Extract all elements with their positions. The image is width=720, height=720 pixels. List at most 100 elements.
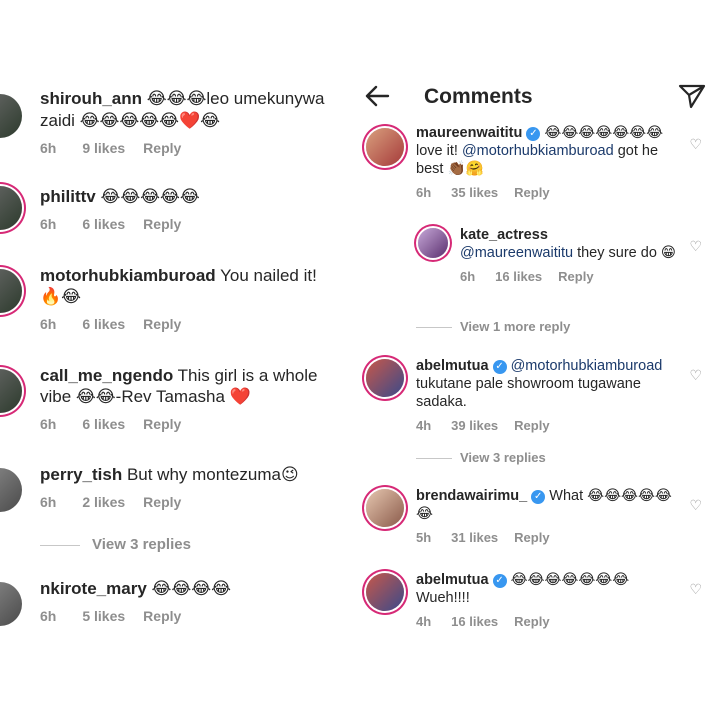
comment-text: call_me_ngendo This girl is a whole vibe… [40, 365, 340, 408]
likes-count[interactable]: 16 likes [451, 614, 498, 629]
avatar[interactable] [0, 582, 22, 626]
avatar[interactable] [0, 468, 22, 512]
timestamp: 6h [416, 185, 432, 200]
reply-button[interactable]: Reply [514, 530, 549, 545]
reply-button[interactable]: Reply [143, 494, 181, 510]
timestamp: 4h [416, 418, 432, 433]
likes-count[interactable]: 35 likes [451, 185, 498, 200]
comment-meta: 6h 6 likes Reply [40, 416, 340, 432]
username[interactable]: nkirote_mary [40, 579, 147, 598]
arrow-left-icon [365, 85, 390, 107]
emoji: 😂😂😂😂 [151, 579, 231, 599]
username[interactable]: perry_tish [40, 465, 122, 484]
reply-button[interactable]: Reply [514, 614, 549, 629]
verified-badge-icon: ✓ [492, 574, 507, 588]
avatar[interactable] [0, 369, 22, 413]
avatar[interactable] [0, 94, 22, 138]
like-heart-icon[interactable]: ♡ [689, 581, 702, 598]
username[interactable]: motorhubkiamburoad [40, 266, 216, 285]
likes-count[interactable]: 6 likes [82, 416, 125, 432]
share-button[interactable] [678, 83, 706, 109]
comment-content: -Rev Tamasha [115, 387, 230, 406]
mention-link[interactable]: @motorhubkiamburoad [511, 358, 663, 374]
page-title: Comments [424, 85, 533, 108]
comment-body: abelmutua ✓ @motorhubkiamburoad tukutane… [416, 357, 686, 433]
divider [416, 327, 452, 329]
back-button[interactable] [364, 82, 392, 110]
like-heart-icon[interactable]: ♡ [689, 497, 702, 514]
avatar[interactable] [418, 228, 448, 258]
emoji: 😂😂 [75, 387, 116, 407]
comment-body: nkirote_mary 😂😂😂😂 6h 5 likes Reply [40, 578, 340, 624]
reply-button[interactable]: Reply [143, 216, 181, 232]
comment-text: kate_actress @maureenwaititu they sure d… [460, 226, 680, 262]
verified-badge-icon: ✓ [492, 360, 507, 374]
comment-content: What [549, 488, 588, 504]
emoji: 😂😂😂 [146, 89, 207, 109]
likes-count[interactable]: 6 likes [82, 216, 125, 232]
avatar[interactable] [366, 489, 404, 527]
timestamp: 6h [40, 608, 57, 624]
username[interactable]: brendawairimu_ [416, 488, 527, 504]
avatar[interactable] [366, 573, 404, 611]
username[interactable]: philittv [40, 187, 96, 206]
comments-header: Comments [358, 80, 720, 116]
comment-meta: 4h 39 likes Reply [416, 418, 686, 433]
emoji: 🔥😂 [40, 287, 82, 307]
view-replies-button[interactable]: View 3 replies [416, 450, 546, 465]
likes-count[interactable]: 39 likes [451, 418, 498, 433]
likes-count[interactable]: 9 likes [82, 140, 125, 156]
reply-button[interactable]: Reply [514, 418, 549, 433]
comment-content: they sure do [573, 245, 661, 261]
comment-body: abelmutua ✓ 😂😂😂😂😂😂😂 Wueh!!!! 4h 16 likes R… [416, 571, 686, 629]
reply-button[interactable]: Reply [558, 269, 593, 284]
reply-button[interactable]: Reply [143, 140, 181, 156]
comment-body: shirouh_ann 😂😂😂leo umekunywa zaidi 😂😂😂😂😂… [40, 88, 340, 156]
comment-text: shirouh_ann 😂😂😂leo umekunywa zaidi 😂😂😂😂😂… [40, 88, 340, 132]
username[interactable]: shirouh_ann [40, 89, 142, 108]
avatar[interactable] [366, 359, 404, 397]
timestamp: 6h [40, 316, 57, 332]
like-heart-icon[interactable]: ♡ [689, 136, 702, 153]
comment-content: tukutane pale showroom tugawane sadaka. [416, 376, 641, 410]
mention-link[interactable]: @maureenwaititu [460, 245, 573, 261]
username[interactable]: call_me_ngendo [40, 366, 173, 385]
username[interactable]: kate_actress [460, 227, 548, 243]
comment-text: brendawairimu_ ✓ What 😂😂😂😂😂😂 [416, 487, 686, 523]
comment-text: perry_tish But why montezuma😉 [40, 464, 340, 486]
view-more-replies-button[interactable]: View 1 more reply [416, 319, 570, 334]
view-replies-label: View 3 replies [92, 536, 191, 553]
likes-count[interactable]: 6 likes [82, 316, 125, 332]
username[interactable]: abelmutua [416, 358, 489, 374]
avatar[interactable] [0, 186, 22, 230]
comment-body: perry_tish But why montezuma😉 6h 2 likes R… [40, 464, 340, 510]
likes-count[interactable]: 2 likes [82, 494, 125, 510]
reply-button[interactable]: Reply [514, 185, 549, 200]
view-replies-button[interactable]: View 3 replies [40, 536, 191, 553]
right-screenshot-panel: Comments maureenwaititu ✓ 😂😂😂😂😂😂😂 love i… [358, 0, 720, 720]
emoji: ❤️ [229, 387, 251, 407]
like-heart-icon[interactable]: ♡ [689, 367, 702, 384]
comment-body: philittv 😂😂😂😂😂 6h 6 likes Reply [40, 186, 340, 232]
comment-content: Wueh!!!! [416, 590, 470, 606]
timestamp: 6h [40, 140, 57, 156]
comment-meta: 6h 9 likes Reply [40, 140, 340, 156]
reply-button[interactable]: Reply [143, 416, 181, 432]
likes-count[interactable]: 5 likes [82, 608, 125, 624]
username[interactable]: maureenwaititu [416, 125, 522, 141]
avatar[interactable] [366, 128, 404, 166]
emoji: 😂😂😂😂😂❤️😂 [79, 111, 221, 131]
emoji: 👏🏾🤗 [447, 161, 484, 177]
timestamp: 6h [460, 269, 476, 284]
username[interactable]: abelmutua [416, 572, 489, 588]
avatar[interactable] [0, 269, 22, 313]
likes-count[interactable]: 31 likes [451, 530, 498, 545]
reply-button[interactable]: Reply [143, 608, 181, 624]
emoji: 😂😂😂😂😂😂😂 [544, 125, 664, 141]
emoji: 😉 [280, 465, 299, 485]
mention-link[interactable]: @motorhubkiamburoad [462, 143, 614, 159]
reply-button[interactable]: Reply [143, 316, 181, 332]
comment-meta: 6h 2 likes Reply [40, 494, 340, 510]
likes-count[interactable]: 16 likes [495, 269, 542, 284]
like-heart-icon[interactable]: ♡ [689, 238, 702, 255]
